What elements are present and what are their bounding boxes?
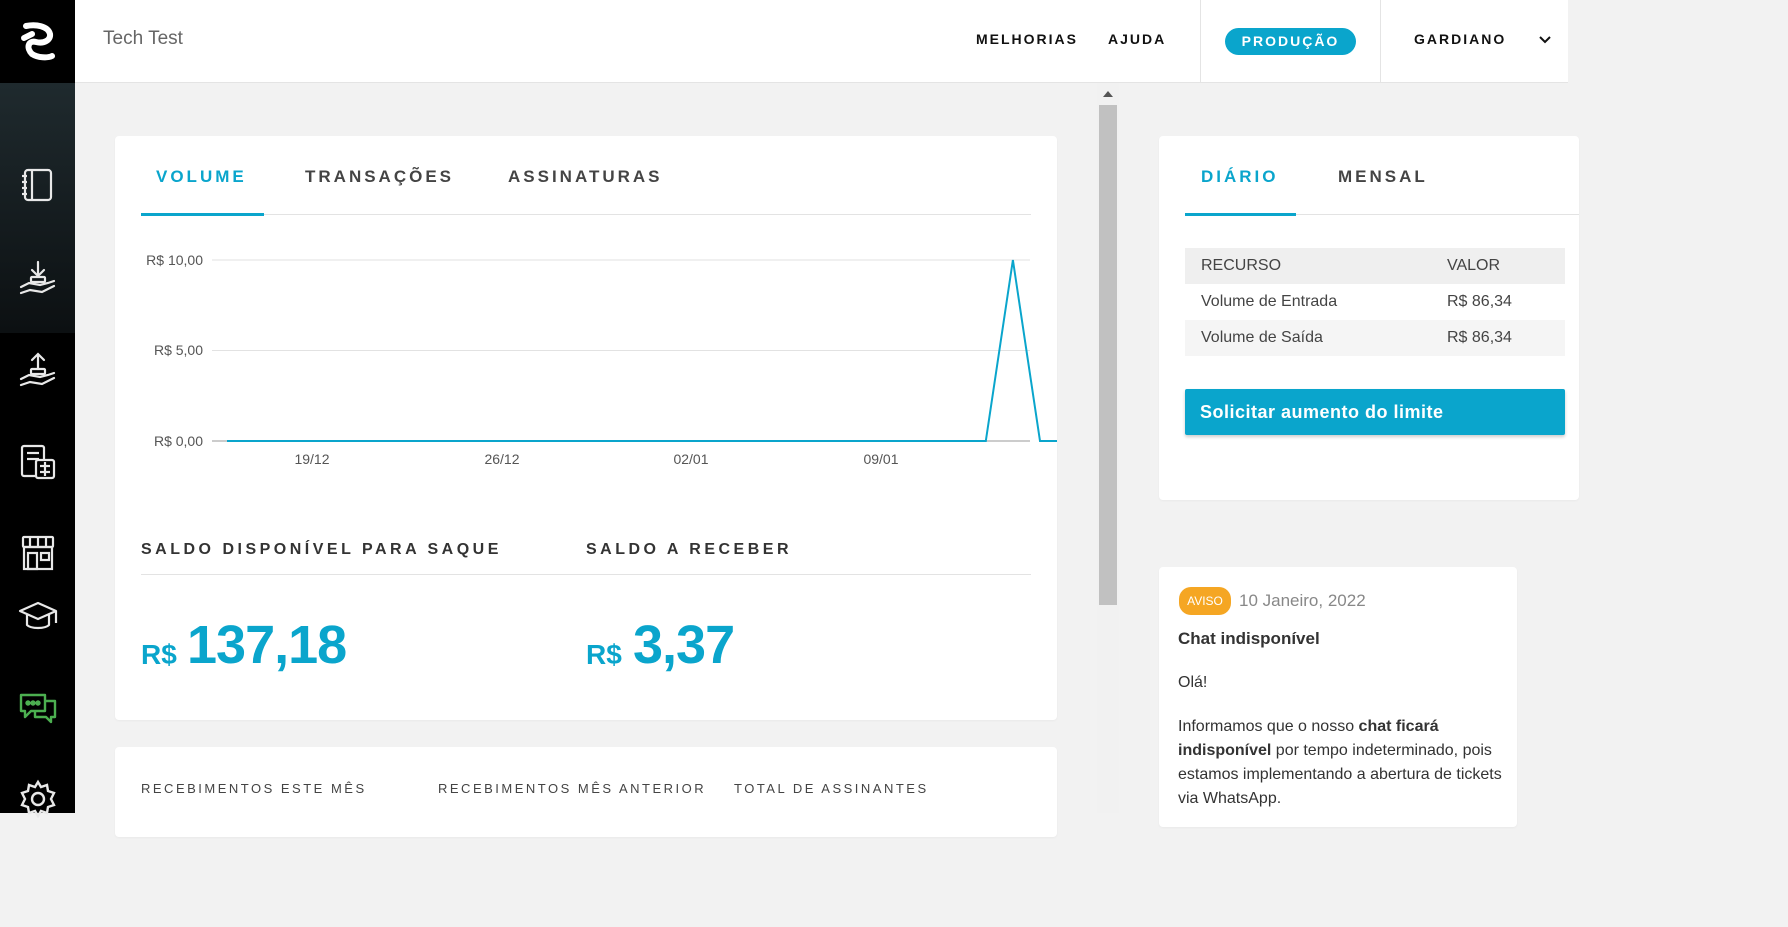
scrollbar-thumb[interactable] (1099, 105, 1117, 605)
balance-available-title: SALDO DISPONÍVEL PARA SAQUE (141, 541, 502, 558)
receive-money-icon[interactable] (0, 254, 75, 304)
graduation-cap-icon[interactable] (0, 592, 75, 642)
nav-improvements-link[interactable]: MELHORIAS (976, 31, 1078, 47)
topbar-divider (1380, 0, 1381, 82)
received-this-month-label: RECEBIMENTOS ESTE MÊS (141, 781, 367, 796)
volume-line-chart (212, 259, 1057, 442)
resource-cell: Volume de Entrada (1185, 284, 1431, 320)
nav-help-link[interactable]: AJUDA (1108, 31, 1166, 47)
chevron-down-icon[interactable] (1539, 36, 1551, 44)
notice-title: Chat indisponível (1178, 629, 1320, 648)
stats-card: RECEBIMENTOS ESTE MÊS RECEBIMENTOS MÊS A… (115, 747, 1057, 837)
tab-monthly[interactable]: MENSAL (1338, 167, 1428, 187)
notice-body: Informamos que o nosso chat ficará indis… (1178, 715, 1508, 811)
invoice-calculator-icon[interactable] (0, 437, 75, 487)
topbar-divider (1200, 0, 1201, 82)
sidebar (0, 0, 75, 819)
user-menu[interactable]: GARDIANO (1414, 31, 1506, 47)
column-header-resource: RECURSO (1185, 248, 1431, 284)
notice-date: 10 Janeiro, 2022 (1239, 591, 1366, 610)
brand-logo-icon[interactable] (0, 0, 75, 83)
project-name[interactable]: Tech Test (103, 28, 183, 50)
request-limit-increase-button[interactable]: Solicitar aumento do limite (1185, 389, 1565, 435)
limits-table: RECURSO VALOR Volume de Entrada R$ 86,34… (1185, 248, 1565, 356)
value-cell: R$ 86,34 (1431, 320, 1565, 356)
balance-available-currency: R$ (141, 639, 177, 670)
send-money-icon[interactable] (0, 346, 75, 396)
notice-card: AVISO 10 Janeiro, 2022 Chat indisponível… (1159, 567, 1517, 827)
table-row: Volume de Saída R$ 86,34 (1185, 320, 1565, 356)
volume-card: VOLUME TRANSAÇÕES ASSINATURAS R$ 10,00 R… (115, 136, 1057, 720)
notice-body-text: Informamos que o nosso (1178, 718, 1359, 735)
notice-greeting: Olá! (1178, 674, 1208, 691)
table-header-row: RECURSO VALOR (1185, 248, 1565, 284)
store-icon[interactable] (0, 528, 75, 578)
top-bar: Tech Test MELHORIAS AJUDA PRODUÇÃO GARDI… (75, 0, 1568, 83)
column-header-value: VALOR (1431, 248, 1565, 284)
gear-icon[interactable] (0, 774, 75, 824)
resource-cell: Volume de Saída (1185, 320, 1431, 356)
scroll-up-arrow-icon[interactable] (1103, 91, 1113, 97)
ledger-icon[interactable] (0, 160, 75, 210)
balances-divider (141, 574, 1031, 575)
balance-receivable-title: SALDO A RECEBER (586, 541, 792, 558)
value-cell: R$ 86,34 (1431, 284, 1565, 320)
limits-card: DIÁRIO MENSAL RECURSO VALOR Volume de En… (1159, 136, 1579, 500)
active-tab-indicator (1185, 213, 1296, 216)
table-row: Volume de Entrada R$ 86,34 (1185, 284, 1565, 320)
received-last-month-label: RECEBIMENTOS MÊS ANTERIOR (438, 781, 707, 796)
balance-receivable-value: 3,37 (633, 615, 735, 675)
balance-receivable-currency: R$ (586, 639, 622, 670)
total-subscribers-label: TOTAL DE ASSINANTES (734, 781, 929, 796)
main-scrollbar[interactable] (1097, 83, 1119, 813)
tab-daily[interactable]: DIÁRIO (1201, 167, 1279, 187)
chat-bubbles-icon[interactable] (0, 684, 75, 734)
environment-badge[interactable]: PRODUÇÃO (1225, 28, 1356, 55)
notice-badge: AVISO (1179, 587, 1231, 615)
balance-available-value: 137,18 (187, 615, 347, 675)
